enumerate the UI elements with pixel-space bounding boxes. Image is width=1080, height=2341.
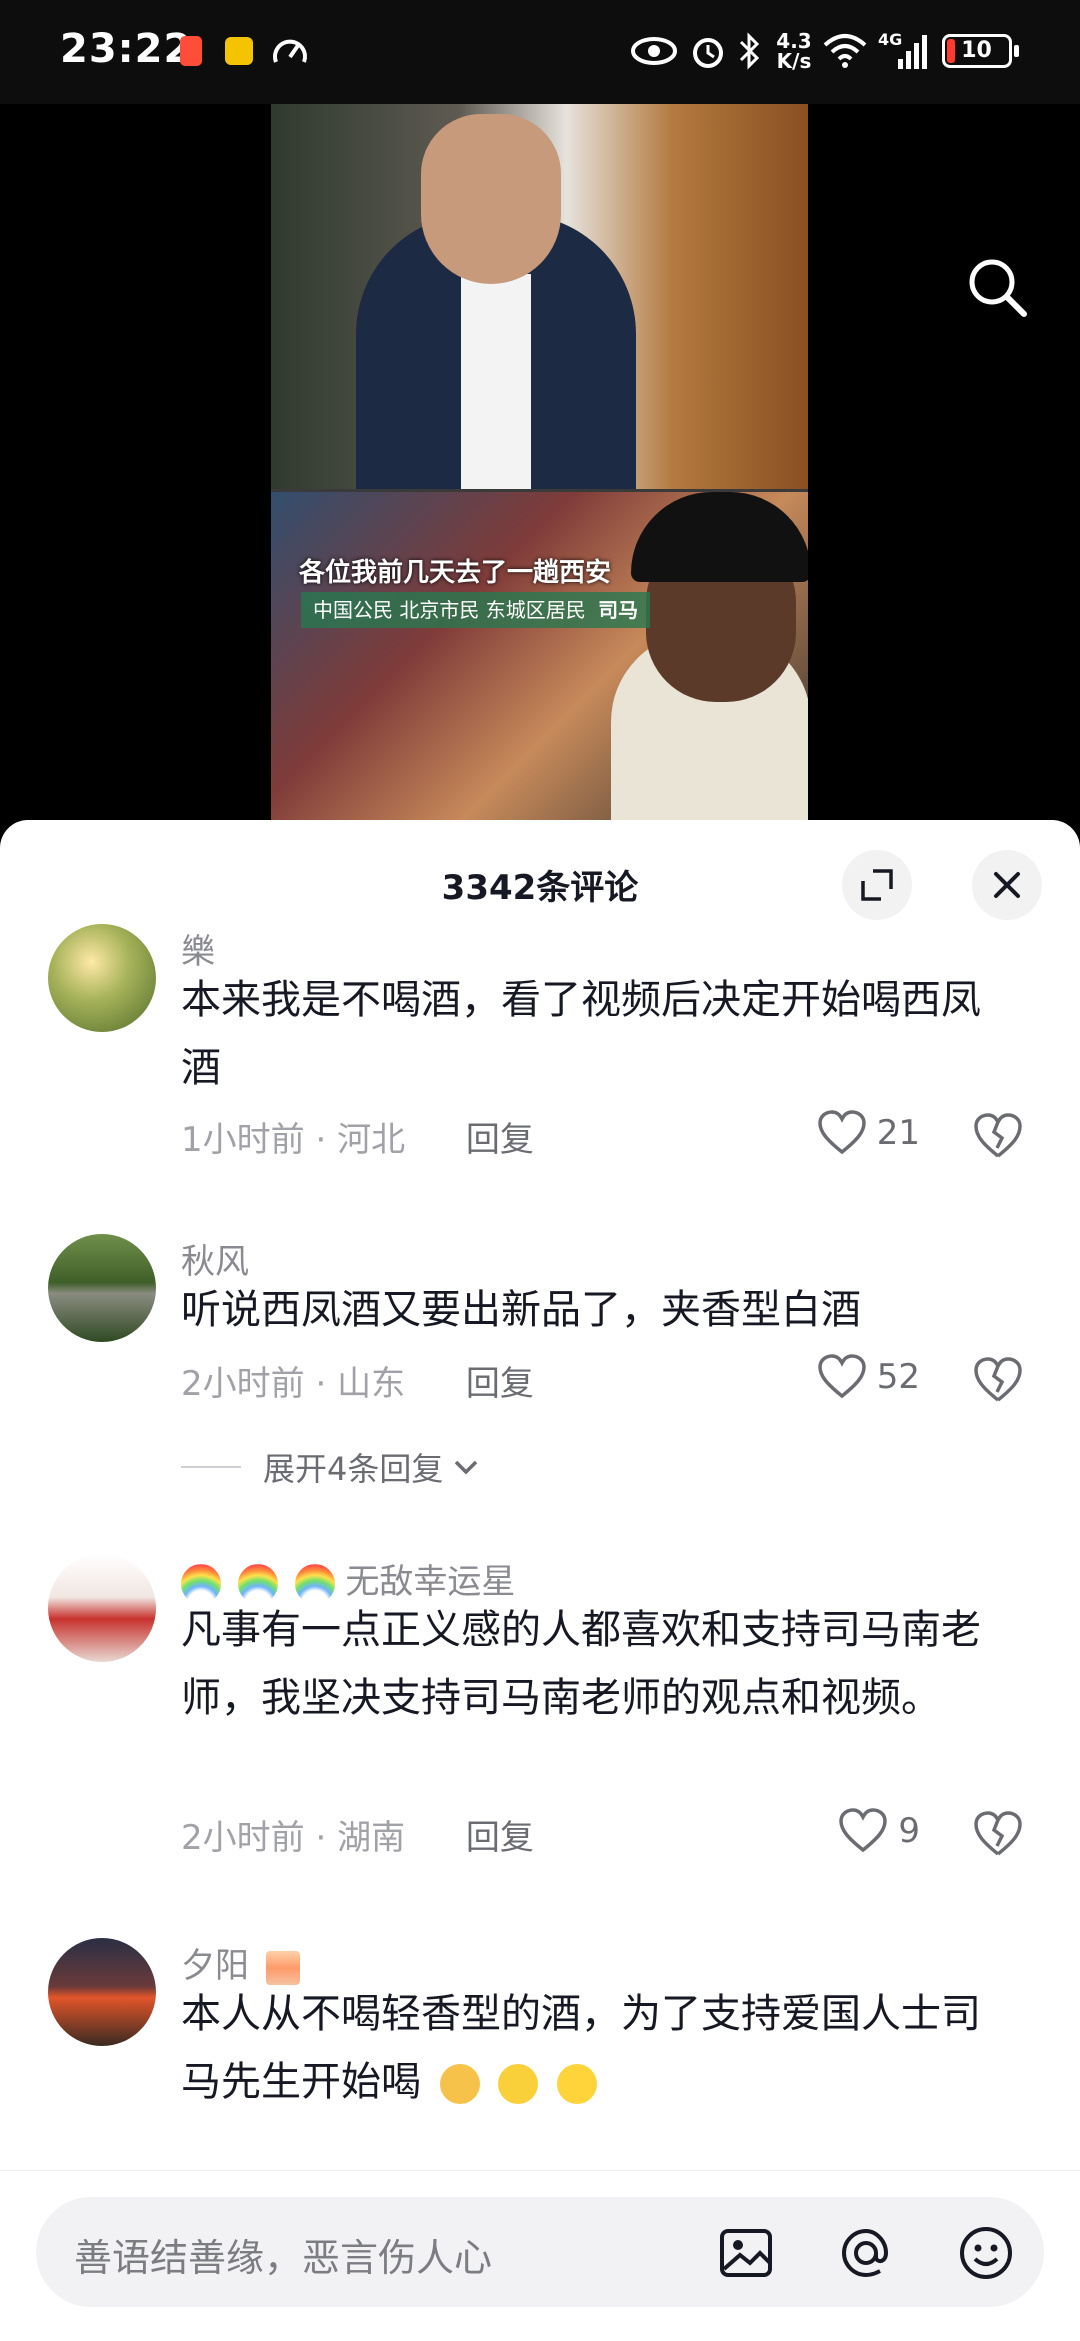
comment-meta: 2小时前 · 山东 回复 xyxy=(181,1364,534,1404)
battery-icon: 10 xyxy=(940,30,1020,72)
network-speed: 4.3 K/s xyxy=(774,30,814,72)
heart-icon xyxy=(817,1110,866,1155)
video-name-tag: 中国公民 北京市民 东城区居民 司马 xyxy=(301,592,651,628)
avatar[interactable] xyxy=(48,1234,156,1342)
close-panel-button[interactable] xyxy=(972,850,1042,920)
avatar[interactable] xyxy=(48,1554,156,1662)
image-icon xyxy=(720,2229,772,2277)
broken-heart-icon xyxy=(974,1811,1022,1856)
broken-heart-icon xyxy=(974,1357,1022,1402)
battery-level: 10 xyxy=(961,38,992,63)
eye-icon xyxy=(630,30,678,72)
heart-icon xyxy=(839,1808,888,1853)
chevron-down-icon xyxy=(455,1460,478,1475)
expand-divider xyxy=(181,1466,241,1468)
speaker-head xyxy=(421,114,561,284)
second-hat xyxy=(631,492,808,582)
notification-app-icon-yellow xyxy=(224,30,254,72)
like-count: 9 xyxy=(898,1811,920,1851)
like-count: 21 xyxy=(876,1113,920,1153)
video-thumbnail[interactable]: 各位我前几天去了一趟西安 中国公民 北京市民 东城区居民 司马 xyxy=(271,104,808,820)
network-speed-value: 4.3 xyxy=(776,29,812,53)
comment-time: 1小时前 xyxy=(181,1120,305,1160)
reply-button[interactable]: 回复 xyxy=(466,1818,534,1858)
comment-text-row[interactable]: 本人从不喝轻香型的酒，为了支持爱国人士司马先生开始喝 xyxy=(181,1980,1011,2116)
comment-time: 2小时前 xyxy=(181,1818,305,1858)
comment-item: 无敌幸运星 凡事有一点正义感的人都喜欢和支持司马南老师，我坚决支持司马南老师的观… xyxy=(0,1554,1080,1894)
cellular-signal-icon: 4G xyxy=(878,30,930,72)
reply-button[interactable]: 回复 xyxy=(466,1364,534,1404)
status-bar: 23:22 4.3 K/s 4G 10 xyxy=(0,0,1080,104)
comment-item: 樂 本来我是不喝酒，看了视频后决定开始喝西凤酒 1小时前 · 河北 回复 21 xyxy=(0,924,1080,1224)
comments-count-title: 3342条评论 xyxy=(441,868,639,908)
dislike-button[interactable] xyxy=(972,1356,1024,1408)
comment-text[interactable]: 本来我是不喝酒，看了视频后决定开始喝西凤酒 xyxy=(181,966,1011,1102)
status-time: 23:22 xyxy=(60,26,193,72)
dislike-button[interactable] xyxy=(972,1810,1024,1862)
network-speed-unit: K/s xyxy=(776,49,812,73)
comment-item: 秋风 听说西凤酒又要出新品了，夹香型白酒 2小时前 · 山东 回复 52 展开4… xyxy=(0,1234,1080,1534)
comment-input[interactable]: 善语结善缘，恶言伤人心 xyxy=(36,2197,1044,2307)
expand-replies-button[interactable]: 展开4条回复 xyxy=(181,1444,481,1490)
search-icon xyxy=(969,259,1027,317)
comment-text[interactable]: 凡事有一点正义感的人都喜欢和支持司马南老师，我坚决支持司马南老师的观点和视频。 xyxy=(181,1596,1011,1732)
comment-location: 湖南 xyxy=(337,1818,406,1858)
bluetooth-icon xyxy=(736,30,762,72)
name-tag-name: 司马 xyxy=(598,598,639,622)
avatar[interactable] xyxy=(48,924,156,1032)
comment-time: 2小时前 xyxy=(181,1364,305,1404)
video-caption: 各位我前几天去了一趟西安 xyxy=(299,558,612,588)
comment-item: 夕阳 本人从不喝轻香型的酒，为了支持爱国人士司马先生开始喝 xyxy=(0,1938,1080,2178)
speedometer-icon xyxy=(270,30,310,72)
heart-icon xyxy=(817,1354,866,1399)
like-button[interactable]: 52 xyxy=(800,1354,920,1400)
comment-input-bar: 善语结善缘，恶言伤人心 xyxy=(0,2170,1080,2341)
praying-hands-emoji-icon xyxy=(439,2064,480,2104)
like-button[interactable]: 21 xyxy=(800,1110,920,1156)
name-tag-prefix: 中国公民 北京市民 东城区居民 xyxy=(313,598,586,622)
crossed-fingers-emoji-icon xyxy=(498,2064,539,2104)
expand-replies-label: 展开4条回复 xyxy=(263,1450,444,1488)
expand-panel-button[interactable] xyxy=(842,850,912,920)
emoji-icon xyxy=(960,2227,1012,2279)
alarm-icon xyxy=(688,30,728,72)
network-type: 4G xyxy=(878,30,903,49)
notification-app-icon-red xyxy=(180,30,202,72)
like-button[interactable]: 9 xyxy=(800,1808,920,1854)
emoji-button[interactable] xyxy=(956,2223,1016,2283)
comments-panel: 3342条评论 樂 本来我是不喝酒，看了视频后决定开始喝西凤酒 1小时前 · 河… xyxy=(0,820,1080,2340)
comment-location: 河北 xyxy=(337,1120,406,1160)
flexed-biceps-emoji-icon xyxy=(557,2064,598,2104)
search-button[interactable] xyxy=(962,252,1032,322)
comment-location: 山东 xyxy=(337,1364,406,1404)
insert-image-button[interactable] xyxy=(716,2223,776,2283)
speaker-shirt xyxy=(461,274,531,489)
avatar[interactable] xyxy=(48,1938,156,2046)
broken-heart-icon xyxy=(974,1113,1022,1158)
comment-text[interactable]: 听说西凤酒又要出新品了，夹香型白酒 xyxy=(181,1276,1011,1344)
video-lower-scene: 各位我前几天去了一趟西安 中国公民 北京市民 东城区居民 司马 xyxy=(271,492,808,820)
comment-meta: 1小时前 · 河北 回复 xyxy=(181,1120,534,1160)
comment-meta: 2小时前 · 湖南 回复 xyxy=(181,1818,534,1858)
video-upper-scene xyxy=(271,104,808,489)
comment-input-placeholder: 善语结善缘，恶言伤人心 xyxy=(74,2236,493,2280)
expand-icon xyxy=(861,869,893,901)
close-icon xyxy=(994,872,1020,898)
like-count: 52 xyxy=(876,1357,920,1397)
dislike-button[interactable] xyxy=(972,1112,1024,1164)
wifi-icon xyxy=(822,30,868,72)
mention-button[interactable] xyxy=(836,2223,896,2283)
at-icon xyxy=(841,2228,889,2278)
video-player[interactable]: 各位我前几天去了一趟西安 中国公民 北京市民 东城区居民 司马 xyxy=(0,104,1080,824)
reply-button[interactable]: 回复 xyxy=(466,1120,534,1160)
